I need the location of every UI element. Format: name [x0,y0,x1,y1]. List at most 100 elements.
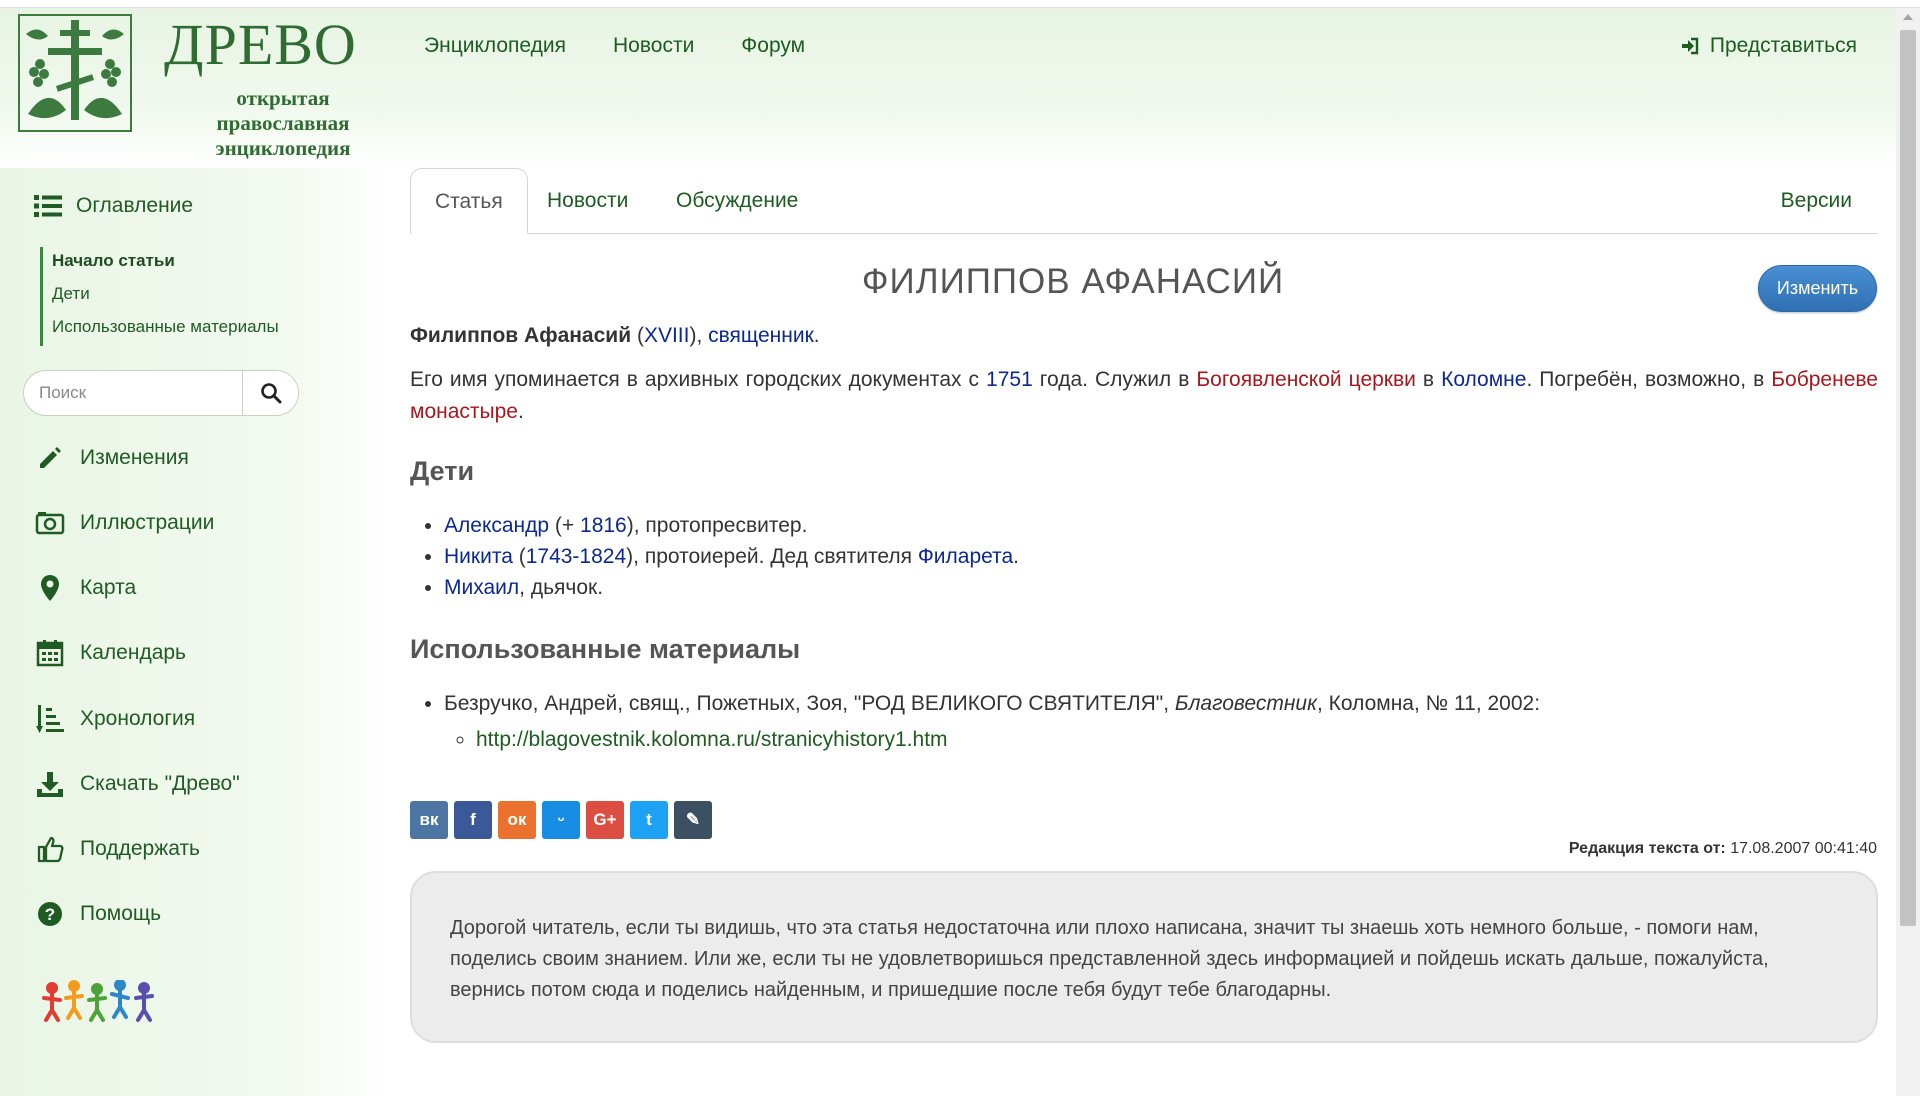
orthodox-cross-vine-emblem-icon [18,14,132,132]
pencil-icon [34,442,66,474]
child-link[interactable]: Александр [444,514,549,537]
sidebar-item-label: Карта [80,576,137,599]
sidebar-item-support[interactable]: Поддержать [34,833,200,865]
source-text: Безручко, Андрей, свящ., Пожетных, Зоя, … [444,692,1175,715]
revision-label: Редакция текста от: [1568,840,1726,857]
toc-item-materials[interactable]: Использованные материалы [52,313,279,346]
tab-versions[interactable]: Версии [1757,168,1878,234]
toc-item-start[interactable]: Начало статьи [52,247,279,280]
article-tabs: Статья Новости Обсуждение Версии [410,168,1878,234]
filaret-link[interactable]: Филарета [918,545,1013,568]
share-buttons: вк f ок ᵕ G+ t ✎ [410,801,712,839]
nav-encyclopedia[interactable]: Энциклопедия [424,34,566,58]
materials-list: Безручко, Андрей, свящ., Пожетных, Зоя, … [410,688,1540,756]
source-links: http://blagovestnik.kolomna.ru/stranicyh… [444,724,1540,756]
nav-news[interactable]: Новости [613,34,694,58]
list-item: Александр (+ 1816), протопресвитер. [444,510,1019,541]
body-text: в [1415,368,1442,391]
child-link[interactable]: Михаил [444,576,519,599]
scroll-up-arrow-icon[interactable] [1903,14,1913,20]
date-link[interactable]: 1743-1824 [526,545,626,568]
sidebar-item-label: Изменения [80,446,189,469]
sidebar-item-label: Календарь [80,641,186,664]
search-box [23,370,299,416]
moimir-icon[interactable]: ᵕ [542,801,580,839]
odnoklassniki-icon[interactable]: ок [498,801,536,839]
logo-title: ДРЕВО [164,12,357,77]
century-link[interactable]: XVIII [644,324,690,347]
source-url-link[interactable]: http://blagovestnik.kolomna.ru/stranicyh… [476,728,948,751]
camera-icon [34,507,66,539]
person-name: Филиппов Афанасий [410,324,632,347]
revision-date: 17.08.2007 00:41:40 [1730,840,1877,857]
sign-in-icon [1681,37,1699,55]
body-text: года. Служил в [1032,368,1197,391]
google-plus-icon[interactable]: G+ [586,801,624,839]
toc-list: Начало статьи Дети Использованные матери… [40,247,279,346]
calendar-icon [34,637,66,669]
scrollbar-thumb[interactable] [1900,30,1916,926]
vk-icon[interactable]: вк [410,801,448,839]
body-text: . [517,400,524,423]
login-link[interactable]: Представиться [1680,34,1857,58]
list-item: Безручко, Андрей, свящ., Пожетных, Зоя, … [444,688,1540,756]
child-text: (+ [549,514,581,537]
sidebar-item-download[interactable]: Скачать "Древо" [34,768,240,800]
year-link[interactable]: 1751 [986,368,1033,391]
sidebar-item-changes[interactable]: Изменения [34,442,189,474]
child-text: ( [512,545,526,568]
livejournal-icon[interactable]: ✎ [674,801,712,839]
logo-subtitle-line: энциклопедия [215,136,351,160]
sidebar-item-chronology[interactable]: Хронология [34,703,195,735]
sidebar-item-label: Хронология [80,707,196,730]
thumbs-up-icon [34,833,66,865]
tab-news[interactable]: Новости [523,168,652,234]
map-marker-icon [34,572,66,604]
tab-discussion[interactable]: Обсуждение [652,168,822,234]
list-item: http://blagovestnik.kolomna.ru/stranicyh… [476,724,1540,756]
sidebar-item-help[interactable]: ? Помощь [34,898,161,930]
sidebar-item-illustrations[interactable]: Иллюстрации [34,507,214,539]
scrollbar[interactable] [1896,8,1920,1096]
search-input[interactable] [24,371,242,415]
toc-item-children[interactable]: Дети [52,280,279,313]
svg-text:?: ? [45,905,55,924]
article-lead: Филиппов Афанасий (XVIII), священник. [410,320,1878,352]
city-link[interactable]: Коломне [1441,368,1526,391]
list-item: Никита (1743-1824), протоиерей. Дед свят… [444,541,1019,572]
people-figures-logo-icon[interactable] [42,980,164,1024]
lead-text: ( [631,324,644,347]
nav-forum[interactable]: Форум [741,34,805,58]
children-list: Александр (+ 1816), протопресвитер. Ники… [410,510,1019,603]
site-logo[interactable]: ДРЕВО открытая православная энциклопедия [18,14,363,164]
search-button[interactable] [242,371,298,415]
logo-subtitle-line: православная [216,111,350,135]
child-text: ), протоиерей. Дед святителя [626,545,918,568]
toc-label: Оглавление [76,194,194,217]
date-link[interactable]: 1816 [580,514,627,537]
body-text: Его имя упоминается в архивных городских… [410,368,987,391]
tab-article[interactable]: Статья [410,168,528,234]
sidebar-item-label: Поддержать [80,837,201,860]
list-icon [34,195,62,217]
church-link[interactable]: Богоявленской церкви [1196,368,1416,391]
child-link[interactable]: Никита [444,545,513,568]
twitter-icon[interactable]: t [630,801,668,839]
sidebar-item-map[interactable]: Карта [34,572,136,604]
browser-top-bar [0,0,1920,8]
role-link[interactable]: священник [708,324,814,347]
source-text: , Коломна, № 11, 2002: [1316,692,1541,715]
article-body: Его имя упоминается в архивных городских… [410,364,1878,428]
sidebar-item-label: Помощь [80,902,162,925]
download-icon [34,768,66,800]
edit-button[interactable]: Изменить [1758,265,1877,312]
sidebar-item-label: Иллюстрации [80,511,215,534]
journal-title: Благовестник [1174,692,1317,715]
toc-toggle[interactable]: Оглавление [34,194,193,218]
sidebar-item-label: Скачать "Древо" [80,772,240,795]
sidebar-item-calendar[interactable]: Календарь [34,637,186,669]
facebook-icon[interactable]: f [454,801,492,839]
section-heading-materials: Использованные материалы [410,634,801,664]
body-text: . Погребён, возможно, в [1526,368,1772,391]
login-label: Представиться [1709,34,1857,57]
